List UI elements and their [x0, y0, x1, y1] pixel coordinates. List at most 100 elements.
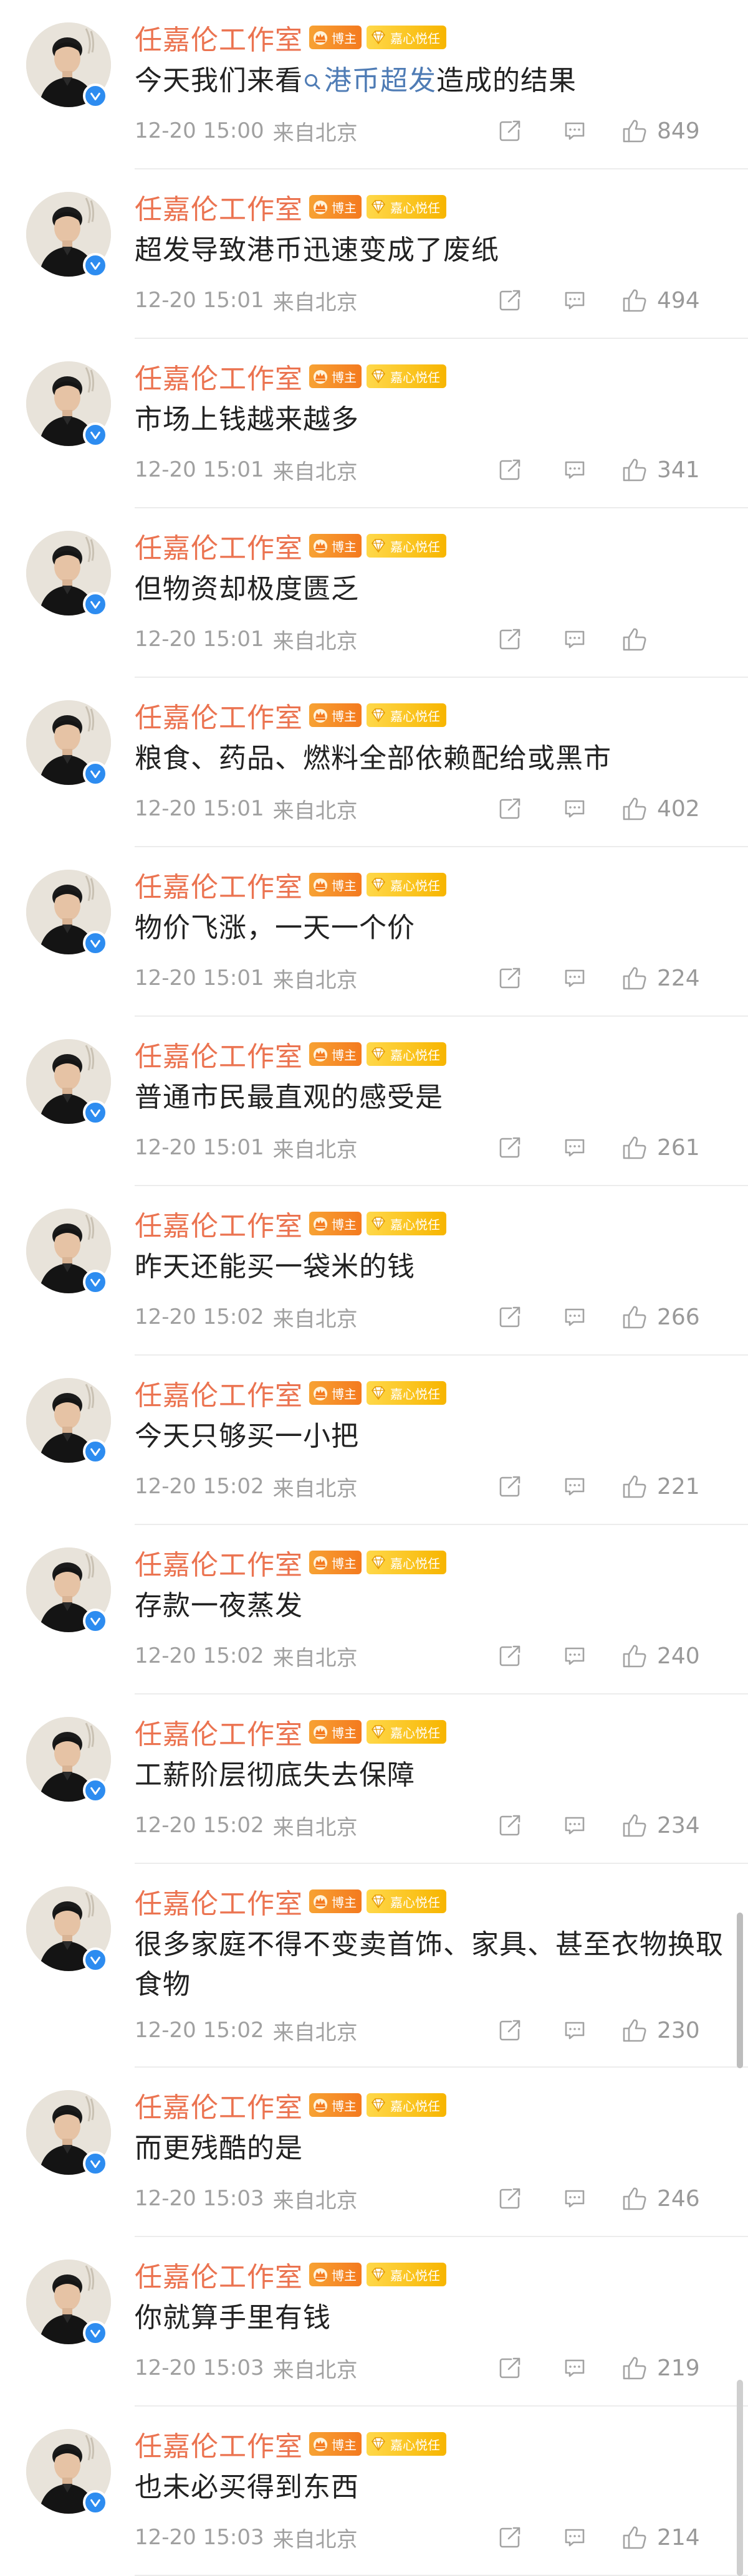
share-button[interactable]	[491, 454, 529, 485]
reply-button[interactable]	[556, 454, 593, 485]
like-button[interactable]: 849	[621, 117, 723, 145]
like-button[interactable]: 219	[621, 2354, 723, 2382]
like-button[interactable]: 214	[621, 2524, 723, 2551]
share-button[interactable]	[491, 2015, 529, 2046]
thumbs-up-icon	[623, 2187, 646, 2210]
comment-text-tail: 造成的结果	[436, 65, 577, 97]
comment-actions: 214	[491, 2522, 723, 2553]
like-count: 230	[657, 2017, 700, 2043]
reply-button[interactable]	[556, 962, 593, 994]
like-button[interactable]: 221	[621, 1473, 723, 1500]
username[interactable]: 任嘉伦工作室	[135, 1034, 303, 1074]
reply-button[interactable]	[556, 1471, 593, 1502]
share-button[interactable]	[491, 962, 529, 994]
host-badge-label: 博主	[332, 1725, 357, 1741]
comment-item: 任嘉伦工作室 博主 嘉心悦任 昨天还能买一袋米的钱 12-20 15:02 来自…	[0, 1186, 748, 1356]
fan-club-badge[interactable]: 嘉心悦任	[367, 364, 446, 388]
reply-button[interactable]	[556, 1810, 593, 1841]
fan-club-badge[interactable]: 嘉心悦任	[367, 1889, 446, 1913]
username[interactable]: 任嘉伦工作室	[135, 1373, 303, 1413]
like-button[interactable]: 266	[621, 1303, 723, 1331]
like-button[interactable]: 240	[621, 1642, 723, 1670]
reply-button[interactable]	[556, 2183, 593, 2214]
like-button[interactable]: 224	[621, 964, 723, 992]
username[interactable]: 任嘉伦工作室	[135, 1712, 303, 1752]
fan-club-badge[interactable]: 嘉心悦任	[367, 2432, 446, 2456]
share-button[interactable]	[491, 2183, 529, 2214]
like-button[interactable]: 246	[621, 2185, 723, 2212]
username[interactable]: 任嘉伦工作室	[135, 865, 303, 905]
like-button[interactable]: 402	[621, 795, 723, 822]
fan-club-badge[interactable]: 嘉心悦任	[367, 1381, 446, 1405]
like-button[interactable]: 341	[621, 456, 723, 483]
fan-club-badge[interactable]: 嘉心悦任	[367, 1212, 446, 1235]
comment-header: 任嘉伦工作室 博主 嘉心悦任	[135, 19, 446, 56]
username[interactable]: 任嘉伦工作室	[135, 1204, 303, 1243]
fan-club-badge[interactable]: 嘉心悦任	[367, 1551, 446, 1574]
reply-button[interactable]	[556, 1640, 593, 1671]
reply-button[interactable]	[556, 2352, 593, 2384]
username[interactable]: 任嘉伦工作室	[135, 695, 303, 735]
fan-club-badge[interactable]: 嘉心悦任	[367, 26, 446, 49]
scrollbar-secondary[interactable]	[737, 2380, 743, 2576]
like-button[interactable]: 494	[621, 287, 723, 314]
share-button[interactable]	[491, 624, 529, 655]
like-button[interactable]: 230	[621, 2017, 723, 2044]
like-button[interactable]: 261	[621, 1134, 723, 1161]
fan-club-badge[interactable]: 嘉心悦任	[367, 2093, 446, 2117]
fan-club-badge[interactable]: 嘉心悦任	[367, 873, 446, 896]
comment-header: 任嘉伦工作室 博主 嘉心悦任	[135, 188, 446, 226]
fan-club-badge[interactable]: 嘉心悦任	[367, 2263, 446, 2286]
diamond-icon	[372, 200, 385, 214]
username[interactable]: 任嘉伦工作室	[135, 526, 303, 566]
comment-meta: 12-20 15:02 来自北京	[135, 1471, 723, 1502]
topic-link[interactable]: 港币超发	[303, 65, 436, 97]
comment-header: 任嘉伦工作室 博主 嘉心悦任	[135, 358, 446, 395]
reply-button[interactable]	[556, 2522, 593, 2553]
reply-button[interactable]	[556, 624, 593, 655]
like-button[interactable]: 234	[621, 1812, 723, 1839]
comment-time: 12-20 15:01	[135, 966, 264, 991]
fan-club-badge[interactable]: 嘉心悦任	[367, 1720, 446, 1744]
username[interactable]: 任嘉伦工作室	[135, 2085, 303, 2125]
comment-icon	[565, 2529, 585, 2547]
reply-button[interactable]	[556, 115, 593, 146]
username[interactable]: 任嘉伦工作室	[135, 17, 303, 57]
fan-club-badge[interactable]: 嘉心悦任	[367, 534, 446, 558]
comment-actions: 246	[491, 2183, 723, 2214]
verified-badge-icon	[83, 1439, 108, 1464]
username[interactable]: 任嘉伦工作室	[135, 1881, 303, 1921]
reply-button[interactable]	[556, 285, 593, 316]
reply-button[interactable]	[556, 793, 593, 824]
username[interactable]: 任嘉伦工作室	[135, 1542, 303, 1582]
share-button[interactable]	[491, 2522, 529, 2553]
scrollbar[interactable]	[737, 1913, 743, 2068]
share-button[interactable]	[491, 2352, 529, 2384]
fan-club-badge[interactable]: 嘉心悦任	[367, 195, 446, 219]
reply-button[interactable]	[556, 1132, 593, 1163]
reply-button[interactable]	[556, 1301, 593, 1333]
share-button[interactable]	[491, 1640, 529, 1671]
username[interactable]: 任嘉伦工作室	[135, 2255, 303, 2294]
share-button[interactable]	[491, 1471, 529, 1502]
host-badge: 博主	[309, 2093, 362, 2117]
share-button[interactable]	[491, 285, 529, 316]
fan-club-badge[interactable]: 嘉心悦任	[367, 703, 446, 727]
diamond-icon	[372, 31, 385, 45]
comment-text: 市场上钱越来越多	[135, 404, 359, 435]
share-button[interactable]	[491, 793, 529, 824]
comment-actions: 261	[491, 1132, 723, 1163]
comment-actions: 240	[491, 1640, 723, 1671]
username[interactable]: 任嘉伦工作室	[135, 356, 303, 396]
share-button[interactable]	[491, 1301, 529, 1333]
share-button[interactable]	[491, 1810, 529, 1841]
reply-button[interactable]	[556, 2015, 593, 2046]
username[interactable]: 任嘉伦工作室	[135, 187, 303, 227]
like-button[interactable]	[621, 625, 723, 653]
fan-club-badge[interactable]: 嘉心悦任	[367, 1042, 446, 1066]
share-icon	[499, 1306, 520, 1328]
share-button[interactable]	[491, 115, 529, 146]
username[interactable]: 任嘉伦工作室	[135, 2424, 303, 2464]
host-badge-label: 博主	[332, 1556, 357, 1571]
share-button[interactable]	[491, 1132, 529, 1163]
